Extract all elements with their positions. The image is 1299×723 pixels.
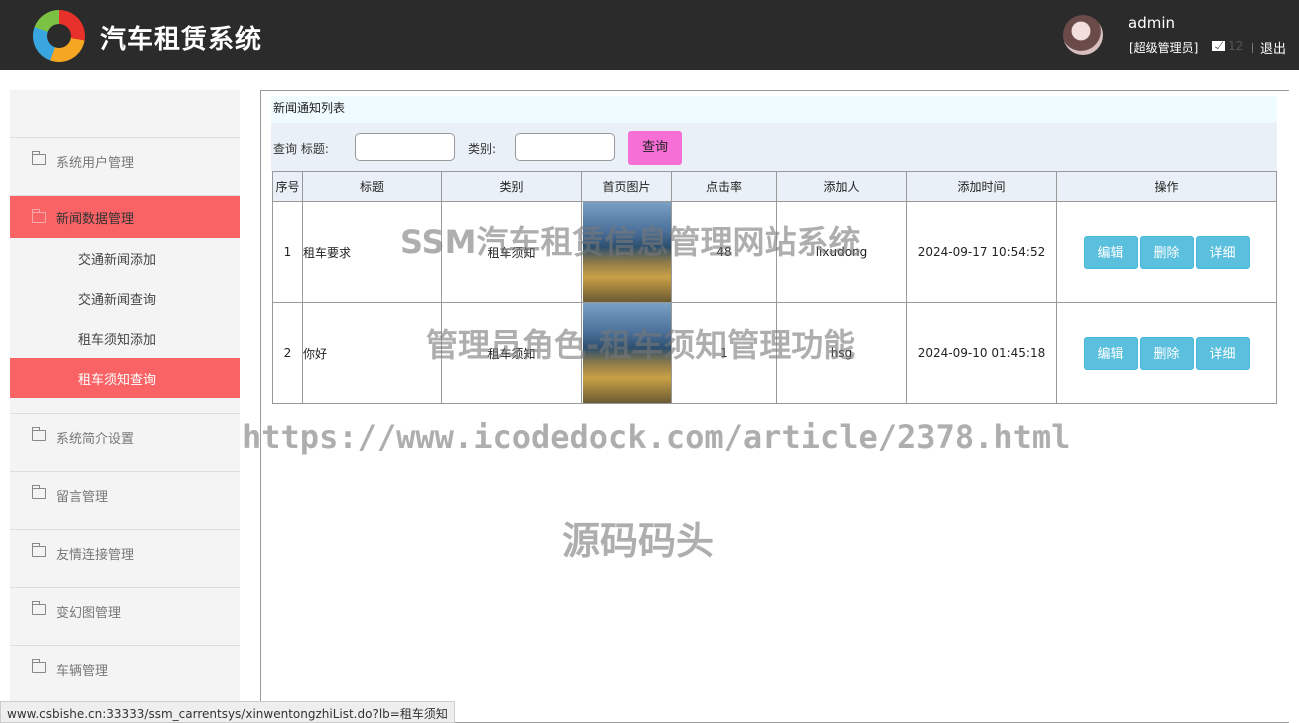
delete-button[interactable]: 删除: [1139, 235, 1194, 269]
folder-icon: [32, 485, 46, 499]
column-header: 添加人: [776, 171, 907, 202]
sidebar-group-users[interactable]: 系统用户管理: [10, 138, 240, 196]
cell-time: 2024-09-17 10:54:52: [906, 201, 1057, 303]
sidebar-group-messages[interactable]: 留言管理: [10, 472, 240, 530]
logo-icon: [33, 10, 85, 62]
sidebar-group-news[interactable]: 新闻数据管理: [10, 196, 240, 238]
search-bar: 查询 标题: 类别: 查询: [271, 123, 1277, 171]
sidebar-item-label: 租车须知添加: [78, 333, 157, 348]
thumbnail-image[interactable]: [582, 303, 671, 403]
folder-icon: [32, 601, 46, 615]
table-header-row: 序号 标题 类别 首页图片 点击率 添加人 添加时间 操作: [272, 171, 1277, 202]
cell-actions: 编辑 删除 详细: [1056, 302, 1277, 404]
cell-time: 2024-09-10 01:45:18: [906, 302, 1057, 404]
cell-author: hsg: [776, 302, 907, 404]
sidebar-item-label: 租车须知查询: [78, 373, 157, 388]
panel-title: 新闻通知列表: [271, 96, 1277, 123]
folder-icon: [32, 151, 46, 165]
logout-link[interactable]: 退出: [1260, 38, 1286, 57]
sidebar-item-rental-notice-query[interactable]: 租车须知查询: [10, 358, 240, 398]
sidebar-group-intro[interactable]: 系统简介设置: [10, 414, 240, 472]
sidebar-item-traffic-news-query[interactable]: 交通新闻查询: [10, 278, 240, 318]
folder-icon: [32, 209, 46, 223]
username: admin: [1128, 14, 1175, 32]
cell-no: 2: [272, 302, 303, 404]
news-table: 序号 标题 类别 首页图片 点击率 添加人 添加时间 操作 1 租车要求 租车须…: [272, 171, 1277, 404]
sidebar-group-slides[interactable]: 变幻图管理: [10, 588, 240, 646]
browser-status-url: www.csbishe.cn:33333/ssm_carrentsys/xinw…: [0, 701, 455, 723]
cell-clicks: 48: [671, 201, 777, 303]
search-category-label: 类别:: [468, 142, 497, 156]
delete-button[interactable]: 删除: [1139, 336, 1194, 370]
cell-category: 租车须知: [441, 201, 582, 303]
sidebar-group-label: 新闻数据管理: [56, 212, 135, 227]
thumbnail-image[interactable]: [582, 202, 671, 302]
edit-button[interactable]: 编辑: [1083, 235, 1138, 269]
table-row: 2 你好 租车须知 1 hsg 2024-09-10 01:45:18 编辑 删除…: [272, 302, 1277, 404]
column-header: 首页图片: [581, 171, 672, 202]
column-header: 序号: [272, 171, 303, 202]
message-count: 12: [1228, 39, 1244, 53]
cell-no: 1: [272, 201, 303, 303]
edit-button[interactable]: 编辑: [1083, 336, 1138, 370]
sidebar-item-rental-notice-add[interactable]: 租车须知添加: [10, 318, 240, 358]
top-bar: 汽车租赁系统 admin [超级管理员] 12 退出: [0, 0, 1299, 70]
detail-button[interactable]: 详细: [1195, 336, 1250, 370]
folder-icon: [32, 659, 46, 673]
user-role: [超级管理员]: [1129, 41, 1199, 55]
main-content: 新闻通知列表 查询 标题: 类别: 查询 序号 标题 类别 首页图片 点击率 添…: [260, 90, 1289, 723]
table-row: 1 租车要求 租车须知 48 lixudong 2024-09-17 10:54…: [272, 201, 1277, 303]
column-header: 添加时间: [906, 171, 1057, 202]
category-search-input[interactable]: [515, 133, 615, 161]
search-button[interactable]: 查询: [628, 131, 682, 165]
sidebar-group-label: 友情连接管理: [56, 548, 135, 563]
sidebar-group-links[interactable]: 友情连接管理: [10, 530, 240, 588]
title-search-input[interactable]: [355, 133, 455, 161]
sidebar-group-label: 变幻图管理: [56, 606, 122, 621]
mail-icon[interactable]: [1212, 41, 1225, 51]
sidebar-group-vehicles[interactable]: 车辆管理: [10, 646, 240, 704]
detail-button[interactable]: 详细: [1195, 235, 1250, 269]
sidebar-group-label: 系统用户管理: [56, 156, 135, 171]
cell-image: [581, 201, 672, 303]
column-header: 类别: [441, 171, 582, 202]
cell-clicks: 1: [671, 302, 777, 404]
cell-title: 你好: [302, 302, 442, 404]
folder-icon: [32, 543, 46, 557]
avatar[interactable]: [1063, 15, 1103, 55]
search-title-label: 查询 标题:: [273, 142, 329, 156]
sidebar-spacer: [10, 90, 240, 138]
folder-icon: [32, 427, 46, 441]
cell-category: 租车须知: [441, 302, 582, 404]
sidebar-item-label: 交通新闻查询: [78, 293, 157, 308]
cell-image: [581, 302, 672, 404]
column-header: 操作: [1056, 171, 1277, 202]
sidebar-group-label: 系统简介设置: [56, 432, 135, 447]
sidebar-group-label: 留言管理: [56, 490, 109, 505]
column-header: 点击率: [671, 171, 777, 202]
divider: [1252, 43, 1253, 53]
cell-title: 租车要求: [302, 201, 442, 303]
app-title: 汽车租赁系统: [100, 25, 263, 55]
column-header: 标题: [302, 171, 442, 202]
cell-author: lixudong: [776, 201, 907, 303]
sidebar-group-label: 车辆管理: [56, 664, 109, 679]
cell-actions: 编辑 删除 详细: [1056, 201, 1277, 303]
sidebar-item-label: 交通新闻添加: [78, 253, 157, 268]
sidebar: 系统用户管理 新闻数据管理 交通新闻添加 交通新闻查询 租车须知添加 租车须知查…: [10, 90, 240, 723]
sidebar-item-traffic-news-add[interactable]: 交通新闻添加: [10, 238, 240, 278]
sidebar-submenu: 交通新闻添加 交通新闻查询 租车须知添加 租车须知查询: [10, 238, 240, 414]
